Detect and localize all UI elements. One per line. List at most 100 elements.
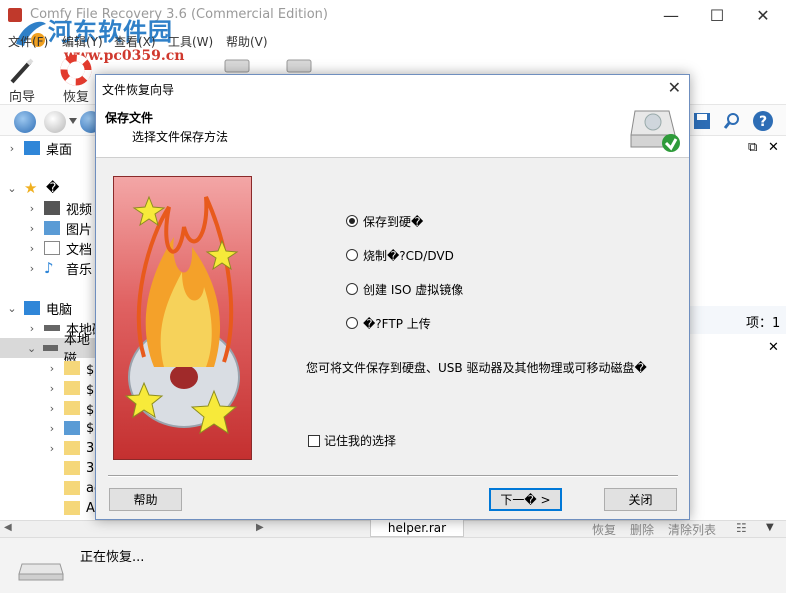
scroll-left-icon[interactable]: ◀ xyxy=(4,522,12,533)
view-options-icon[interactable]: ☷ xyxy=(736,521,747,535)
dialog-subheading: 选择文件保存方法 xyxy=(132,130,229,144)
option-create-iso[interactable]: 创建 ISO 虚拟镜像 xyxy=(346,280,463,298)
tree-label: 图片 xyxy=(66,222,93,238)
chevron-down-icon[interactable] xyxy=(69,118,77,124)
minimize-button[interactable]: — xyxy=(648,0,694,30)
radio-save-to-disk[interactable] xyxy=(346,215,358,227)
clear-list-button[interactable]: 清除列表 xyxy=(668,521,716,538)
drive-icon[interactable] xyxy=(286,56,312,76)
dialog-heading: 保存文件 xyxy=(105,111,154,125)
chevron-right-icon[interactable]: › xyxy=(6,142,18,155)
option-description: 您可将文件保存到硬盘、USB 驱动器及其他物理或可移动磁盘� xyxy=(306,361,647,375)
tab-file[interactable]: helper.rar xyxy=(370,519,464,537)
next-button[interactable]: 下一� > xyxy=(489,488,562,511)
video-icon xyxy=(44,201,60,215)
menu-bar: 文件(F) 编辑(Y) 查看(X) 工具(W) 帮助(V) xyxy=(0,30,786,52)
chevron-down-icon[interactable]: ⌄ xyxy=(26,342,37,355)
item-count: 项：1 xyxy=(746,316,781,331)
menu-tools[interactable]: 工具(W) xyxy=(168,33,213,50)
radio-ftp-upload[interactable] xyxy=(346,317,358,329)
tree-label: 电脑 xyxy=(46,302,73,318)
recovery-wizard-dialog: 文件恢复向导 ✕ 保存文件 选择文件保存方法 保存到硬� 烧制�?CD/DVD … xyxy=(95,74,690,520)
tree-item-pictures[interactable]: › 图片 xyxy=(26,218,92,238)
chevron-right-icon[interactable]: › xyxy=(46,422,58,435)
chevron-right-icon[interactable]: › xyxy=(46,362,58,375)
wizard-button[interactable]: 向导 xyxy=(2,52,42,105)
chevron-down-icon[interactable]: ⌄ xyxy=(6,302,18,315)
save-icon[interactable] xyxy=(692,111,712,131)
chevron-right-icon[interactable]: › xyxy=(26,322,38,335)
lifebuoy-icon xyxy=(60,54,92,86)
tree-item-documents[interactable]: › 文档 xyxy=(26,238,92,258)
scroll-right-icon[interactable]: ▶ xyxy=(256,522,264,533)
tree-item-desktop[interactable]: › 桌面 xyxy=(6,138,72,158)
close-window-button[interactable]: ✕ xyxy=(740,0,786,30)
option-burn-cd[interactable]: 烧制�?CD/DVD xyxy=(346,246,454,264)
tree-item-folder[interactable]: ad xyxy=(46,478,102,498)
search-icon[interactable] xyxy=(722,111,742,131)
chevron-right-icon[interactable]: › xyxy=(26,222,38,235)
bottom-bar: ◀ ▶ helper.rar 恢复 删除 清除列表 ☷ ▼ xyxy=(0,519,786,538)
tree-item-this-pc[interactable]: ⌄ 电脑 xyxy=(6,298,72,318)
document-icon xyxy=(44,241,60,255)
radio-create-iso[interactable] xyxy=(346,283,358,295)
chevron-down-icon[interactable]: ▼ xyxy=(766,522,774,533)
option-save-to-disk[interactable]: 保存到硬� xyxy=(346,212,423,230)
chevron-down-icon[interactable]: ⌄ xyxy=(6,182,18,195)
chevron-right-icon[interactable]: › xyxy=(46,402,58,415)
drive-icon xyxy=(18,563,64,581)
dialog-header: 保存文件 选择文件保存方法 xyxy=(96,101,689,158)
tree-item-quick-access[interactable]: ⌄ ★ � xyxy=(6,178,59,198)
delete-small-button[interactable]: 删除 xyxy=(630,521,654,538)
folder-icon xyxy=(64,481,80,495)
forward-icon[interactable] xyxy=(44,111,66,133)
menu-file[interactable]: 文件(F) xyxy=(8,33,48,50)
status-bar: 正在恢复... xyxy=(0,537,786,593)
tree-item-music[interactable]: › ♪ 音乐 xyxy=(26,258,92,278)
close-icon[interactable]: ✕ xyxy=(668,78,681,97)
option-ftp-upload[interactable]: �?FTP 上传 xyxy=(346,314,431,332)
close-icon[interactable]: ✕ xyxy=(768,140,779,155)
tree-item-drive-selected[interactable]: ⌄ 本地磁 xyxy=(0,333,100,367)
radio-burn-cd[interactable] xyxy=(346,249,358,261)
wizard-label: 向导 xyxy=(8,90,35,105)
chevron-right-icon[interactable]: › xyxy=(46,382,58,395)
folder-icon xyxy=(64,501,80,515)
help-button[interactable]: 帮助 xyxy=(109,488,182,511)
picture-icon xyxy=(44,221,60,235)
menu-view[interactable]: 查看(X) xyxy=(114,33,156,50)
back-icon[interactable] xyxy=(14,111,36,133)
status-text: 正在恢复... xyxy=(80,550,145,565)
folder-icon xyxy=(64,361,80,375)
chevron-right-icon[interactable]: › xyxy=(46,442,58,455)
wizard-illustration xyxy=(113,176,252,460)
dialog-title: 文件恢复向导 xyxy=(102,83,175,97)
help-icon[interactable]: ? xyxy=(752,110,774,132)
chevron-right-icon[interactable]: › xyxy=(26,262,38,275)
close-button[interactable]: 关闭 xyxy=(604,488,677,511)
folder-icon xyxy=(64,441,80,455)
divider xyxy=(108,475,678,477)
menu-help[interactable]: 帮助(V) xyxy=(226,33,268,50)
restore-pane-icon[interactable]: ⧉ xyxy=(748,140,757,155)
tree-item-videos[interactable]: › 视频 xyxy=(26,198,92,218)
restore-button[interactable]: 恢复 xyxy=(56,52,96,105)
folder-icon xyxy=(64,461,80,475)
restore-small-button[interactable]: 恢复 xyxy=(592,521,616,538)
tree-label: 音乐 xyxy=(66,262,93,278)
chevron-right-icon[interactable]: › xyxy=(26,202,38,215)
menu-edit[interactable]: 编辑(Y) xyxy=(62,33,103,50)
right-pane: ⧉ ✕ 项：1 ✕ xyxy=(690,136,786,520)
tree-label: 桌面 xyxy=(46,142,73,158)
close-icon[interactable]: ✕ xyxy=(768,340,779,355)
computer-icon xyxy=(24,301,40,315)
tree-label: 视频 xyxy=(66,202,93,218)
star-icon: ★ xyxy=(24,179,38,197)
checkbox[interactable] xyxy=(308,434,320,447)
tree-label: 文档 xyxy=(66,242,93,258)
remember-choice-checkbox[interactable]: 记住我的选择 xyxy=(308,432,396,449)
maximize-button[interactable]: ☐ xyxy=(694,0,740,30)
magic-wand-icon xyxy=(10,58,34,84)
chevron-right-icon[interactable]: › xyxy=(26,242,38,255)
drive-icon[interactable] xyxy=(224,56,250,76)
